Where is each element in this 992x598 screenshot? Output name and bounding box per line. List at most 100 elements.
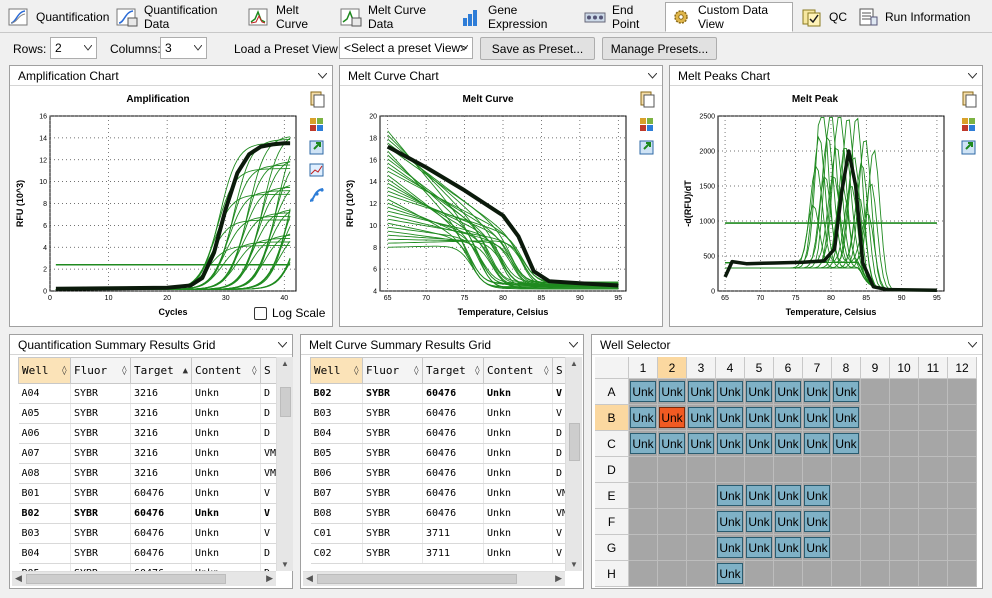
well-cell[interactable]: Unk — [745, 509, 774, 535]
scroll-thumb[interactable] — [280, 387, 291, 417]
well-cell[interactable]: Unk — [716, 509, 745, 535]
row-header[interactable]: H — [595, 561, 629, 587]
well-cell[interactable]: Unk — [803, 483, 832, 509]
well-cell[interactable] — [948, 535, 977, 561]
well-cell[interactable]: Unk — [745, 483, 774, 509]
well-cell[interactable]: Unk — [687, 431, 716, 457]
tab-end-point[interactable]: End Point — [580, 2, 662, 31]
well-cell[interactable]: Unk — [803, 535, 832, 561]
well-cell[interactable] — [803, 457, 832, 483]
well-cell[interactable]: Unk — [745, 431, 774, 457]
table-row[interactable]: B07SYBR60476UnknVM — [310, 483, 566, 504]
sort-icon[interactable]: ◊ — [354, 366, 359, 376]
table-row[interactable]: B05SYBR60476UnknD — [310, 443, 566, 464]
export-icon[interactable] — [638, 138, 656, 156]
table-row[interactable]: B01 SYBR 60476 Unkn V — [18, 483, 277, 504]
table-row[interactable]: B03 SYBR 60476 Unkn V — [310, 403, 566, 424]
table-row[interactable]: A05 SYBR 3216 Unkn D — [18, 403, 277, 424]
well-cell[interactable] — [919, 405, 948, 431]
column-header[interactable]: 2 — [658, 357, 687, 379]
well-cell[interactable]: Unk — [832, 405, 861, 431]
well-cell[interactable] — [629, 535, 658, 561]
column-header[interactable]: 10 — [890, 357, 919, 379]
well-cell[interactable] — [890, 509, 919, 535]
sort-icon[interactable]: ◊ — [62, 366, 67, 376]
well-cell[interactable] — [629, 457, 658, 483]
well-cell[interactable]: Unk — [745, 535, 774, 561]
scroll-down-icon[interactable]: ▼ — [570, 560, 578, 569]
well-cell[interactable] — [687, 509, 716, 535]
preset-view-select[interactable]: <Select a preset View> — [339, 37, 473, 59]
well-cell[interactable] — [629, 509, 658, 535]
column-header[interactable]: 11 — [919, 357, 948, 379]
table-row[interactable]: C01 SYBR 3711 Unkn V — [310, 523, 566, 544]
sort-icon[interactable]: ▲ — [183, 366, 188, 376]
table-row[interactable]: A08 SYBR 3216 Unkn VM — [18, 463, 277, 484]
table-row[interactable]: C02 SYBR 3711 Unkn V — [310, 543, 566, 564]
scroll-thumb[interactable] — [317, 574, 517, 584]
rows-select[interactable]: 2 — [50, 37, 97, 59]
columns-select[interactable]: 3 — [160, 37, 207, 59]
chart-settings-icon[interactable] — [638, 114, 656, 132]
column-header[interactable]: Fluor ◊ — [362, 357, 423, 384]
well-cell[interactable] — [861, 379, 890, 405]
table-row[interactable]: B04 SYBR 60476 Unkn D — [310, 423, 566, 444]
row-header[interactable]: D — [595, 457, 629, 483]
well-cell[interactable]: Unk — [774, 535, 803, 561]
well-cell[interactable]: Unk — [774, 431, 803, 457]
well-cell[interactable] — [919, 379, 948, 405]
table-row[interactable]: A06 SYBR 3216 Unkn D — [18, 423, 277, 444]
tab-melt-curve[interactable]: Melt Curve — [244, 2, 332, 31]
column-header[interactable]: Well ◊ — [18, 357, 71, 384]
well-cell[interactable]: Unk — [658, 379, 687, 405]
column-header[interactable]: 7 — [803, 357, 832, 379]
well-cell[interactable] — [861, 431, 890, 457]
horizontal-scrollbar[interactable]: ◀ ▶ — [303, 571, 565, 586]
table-row[interactable]: A04 SYBR 3216 Unkn D — [18, 383, 277, 404]
well-cell[interactable] — [948, 379, 977, 405]
horizontal-scrollbar[interactable]: ◀ ▶ — [12, 571, 276, 586]
table-row[interactable]: B03 SYBR 60476 Unkn V — [18, 523, 277, 544]
well-cell[interactable] — [658, 457, 687, 483]
well-cell[interactable] — [687, 535, 716, 561]
chart-settings-icon[interactable] — [960, 114, 978, 132]
well-cell[interactable] — [890, 561, 919, 587]
chevron-down-icon[interactable] — [278, 342, 287, 348]
select-all-corner[interactable] — [595, 357, 629, 379]
table-row[interactable]: B04 SYBR 60476 Unkn D — [18, 543, 277, 564]
well-cell[interactable]: Unk — [803, 431, 832, 457]
table-row[interactable]: B08SYBR60476UnknVM — [310, 503, 566, 524]
scroll-down-icon[interactable]: ▼ — [281, 560, 289, 569]
tab-gene-expression[interactable]: Gene Expression — [456, 2, 576, 31]
sort-icon[interactable]: ◊ — [475, 366, 480, 376]
vertical-scrollbar[interactable]: ▲ ▼ — [565, 357, 582, 571]
well-cell[interactable] — [629, 561, 658, 587]
well-cell[interactable] — [716, 457, 745, 483]
well-cell[interactable] — [919, 561, 948, 587]
well-cell[interactable]: Unk — [774, 379, 803, 405]
well-cell[interactable]: Unk — [803, 509, 832, 535]
well-cell[interactable] — [919, 509, 948, 535]
melt-peak-chart[interactable]: 65 70 75 80 85 90 95 0 500 1000 1500 2000 2500 Temper… — [670, 106, 960, 326]
curve-fit-icon[interactable] — [308, 186, 326, 204]
sort-icon[interactable]: ◊ — [122, 366, 127, 376]
copy-icon[interactable] — [308, 90, 326, 108]
quant-results-grid[interactable]: Well ◊ Fluor ◊ Target ▲ Content ◊ S A04 SYBR 3216 U… — [18, 357, 277, 571]
well-cell[interactable] — [745, 561, 774, 587]
well-cell[interactable]: Unk — [716, 431, 745, 457]
column-header[interactable]: Target ▲ — [130, 357, 192, 384]
well-cell[interactable]: Unk — [832, 431, 861, 457]
amplification-chart[interactable]: 0 10 20 30 40 0 2 4 6 8 10 12 14 16 Cycles RFU (10^3) — [10, 106, 310, 326]
zoom-chart-icon[interactable] — [308, 162, 326, 180]
well-cell[interactable]: Unk — [687, 379, 716, 405]
column-header[interactable]: 3 — [687, 357, 716, 379]
vertical-scrollbar[interactable]: ▲ ▼ — [276, 357, 293, 571]
scroll-thumb[interactable] — [569, 423, 580, 461]
scroll-thumb[interactable] — [26, 574, 226, 584]
well-cell[interactable] — [861, 561, 890, 587]
scroll-up-icon[interactable]: ▲ — [570, 359, 578, 368]
well-cell[interactable]: Unk — [745, 379, 774, 405]
well-cell[interactable] — [861, 457, 890, 483]
well-cell[interactable]: Unk — [716, 405, 745, 431]
well-cell[interactable]: Unk — [658, 431, 687, 457]
